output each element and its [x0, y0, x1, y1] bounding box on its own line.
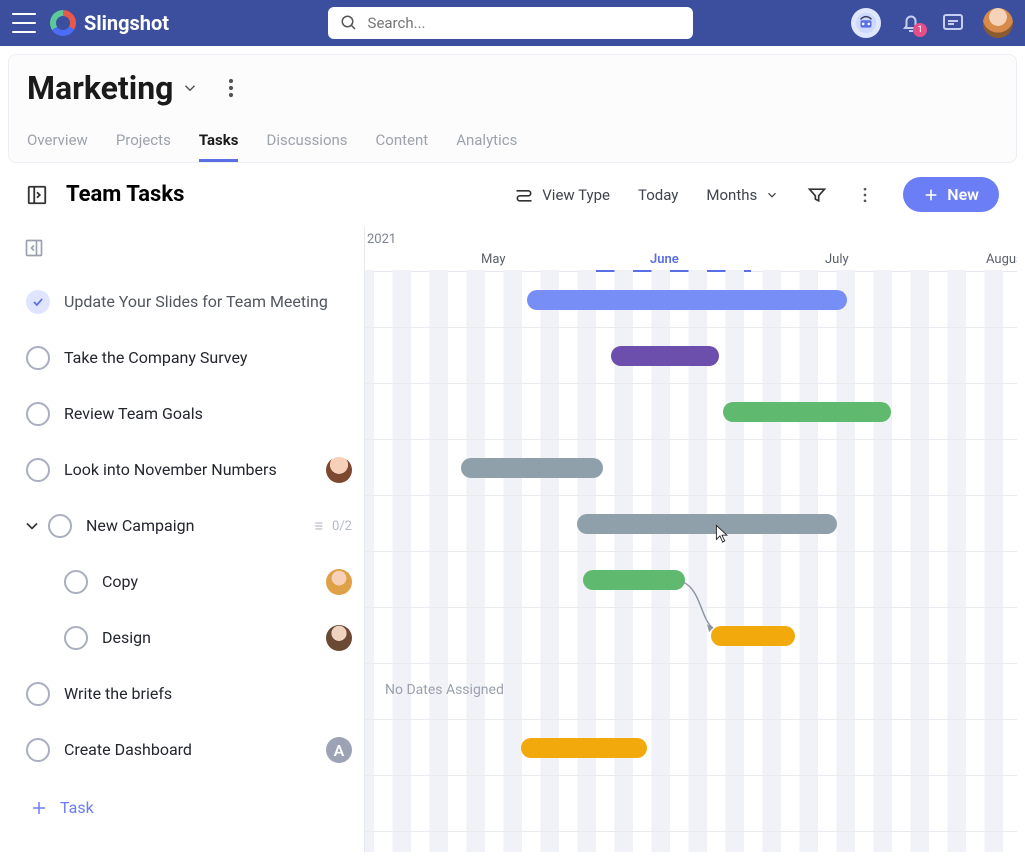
gantt-bar[interactable] — [461, 458, 603, 478]
more-actions-icon[interactable] — [855, 185, 875, 205]
tab-analytics[interactable]: Analytics — [456, 125, 517, 162]
workspace-title: Marketing — [27, 69, 173, 107]
gantt-bar[interactable] — [527, 290, 847, 310]
tab-projects[interactable]: Projects — [116, 125, 171, 162]
task-label: Write the briefs — [64, 684, 352, 704]
task-row[interactable]: Review Team Goals — [24, 386, 354, 442]
add-task-button[interactable]: Task — [24, 778, 354, 837]
gantt-row[interactable] — [365, 496, 1017, 552]
no-dates-note: No Dates Assigned — [385, 682, 504, 698]
task-label: Create Dashboard — [64, 740, 312, 760]
gantt-chart[interactable]: 2021 May June July August No Dates Assigned — [364, 226, 1017, 852]
gantt-bar[interactable] — [723, 402, 891, 422]
workspace-tabs: Overview Projects Tasks Discussions Content A… — [27, 125, 998, 162]
month-label[interactable]: June — [650, 252, 679, 267]
tasks-toolbar: Team Tasks View Type Today Months New — [8, 163, 1017, 226]
tasks-main: Update Your Slides for Team Meeting Take … — [8, 226, 1017, 852]
task-label: Look into November Numbers — [64, 460, 312, 480]
task-checkbox[interactable] — [64, 570, 88, 594]
task-label: Design — [102, 628, 312, 648]
task-label: Copy — [102, 572, 312, 592]
tab-overview[interactable]: Overview — [27, 125, 88, 162]
global-search[interactable] — [328, 7, 693, 39]
logo-swirl-icon — [50, 10, 76, 36]
user-avatar[interactable] — [983, 8, 1013, 38]
new-button[interactable]: New — [903, 177, 999, 212]
gantt-bar[interactable] — [521, 738, 647, 758]
task-checkbox[interactable] — [26, 458, 50, 482]
tab-tasks[interactable]: Tasks — [199, 125, 239, 162]
collapse-sidebar-icon[interactable] — [24, 238, 44, 258]
timescale-selector[interactable]: Months — [706, 186, 779, 204]
today-button[interactable]: Today — [638, 186, 678, 204]
section-title: Team Tasks — [66, 182, 184, 207]
gantt-row[interactable] — [365, 440, 1017, 496]
search-icon — [340, 14, 358, 32]
notification-badge: 1 — [913, 23, 927, 37]
top-nav: Slingshot 1 — [0, 0, 1025, 46]
tab-discussions[interactable]: Discussions — [266, 125, 347, 162]
month-label[interactable]: May — [481, 252, 505, 267]
search-input[interactable] — [328, 7, 693, 39]
gantt-row[interactable] — [365, 608, 1017, 664]
chat-icon[interactable] — [941, 11, 965, 35]
gantt-bar[interactable] — [611, 346, 719, 366]
subtasks-count: 0/2 — [312, 519, 352, 534]
tab-content[interactable]: Content — [376, 125, 429, 162]
menu-icon[interactable] — [12, 13, 36, 33]
task-list: Update Your Slides for Team Meeting Take … — [8, 226, 364, 852]
task-label: Update Your Slides for Team Meeting — [64, 292, 352, 312]
task-checkbox[interactable] — [26, 402, 50, 426]
gantt-row[interactable] — [365, 720, 1017, 776]
workspace-more-icon[interactable] — [219, 76, 243, 100]
timeline-header: May June July August — [365, 252, 1017, 272]
task-row[interactable]: Write the briefs — [24, 666, 354, 722]
task-checkbox[interactable] — [26, 290, 50, 314]
view-type-selector[interactable]: View Type — [514, 185, 610, 205]
gantt-bar[interactable] — [583, 570, 685, 590]
gantt-row[interactable] — [365, 384, 1017, 440]
task-row[interactable]: Take the Company Survey — [24, 330, 354, 386]
task-checkbox[interactable] — [48, 514, 72, 538]
gantt-bar[interactable] — [577, 514, 837, 534]
task-checkbox[interactable] — [26, 682, 50, 706]
filter-button[interactable] — [807, 185, 827, 205]
cursor-icon — [715, 524, 729, 544]
assistant-bot-icon[interactable] — [851, 8, 881, 38]
task-row[interactable]: Design — [24, 610, 354, 666]
month-label[interactable]: August — [986, 252, 1017, 267]
workspace-dropdown[interactable] — [181, 79, 199, 97]
gantt-row[interactable]: No Dates Assigned — [365, 664, 1017, 720]
gantt-row[interactable] — [365, 272, 1017, 328]
gantt-row[interactable] — [365, 552, 1017, 608]
task-row[interactable]: New Campaign 0/2 — [24, 498, 354, 554]
task-label: Take the Company Survey — [64, 348, 352, 368]
task-label: Review Team Goals — [64, 404, 352, 424]
task-row[interactable]: Copy — [24, 554, 354, 610]
task-checkbox[interactable] — [26, 346, 50, 370]
task-checkbox[interactable] — [26, 738, 50, 762]
task-row[interactable]: Look into November Numbers — [24, 442, 354, 498]
assignee-avatar[interactable] — [326, 457, 352, 483]
workspace-panel: Marketing Overview Projects Tasks Discussio… — [8, 54, 1017, 163]
gantt-row — [365, 776, 1017, 832]
timeline-year: 2021 — [367, 232, 396, 247]
task-label: New Campaign — [86, 516, 298, 536]
assignee-avatar[interactable] — [326, 625, 352, 651]
task-row[interactable]: Update Your Slides for Team Meeting — [24, 274, 354, 330]
notifications-bell-icon[interactable]: 1 — [899, 11, 923, 35]
assignee-avatar[interactable]: A — [326, 737, 352, 763]
expand-panel-icon[interactable] — [26, 184, 48, 206]
task-checkbox[interactable] — [64, 626, 88, 650]
app-name: Slingshot — [84, 11, 169, 35]
month-label[interactable]: July — [825, 252, 849, 267]
gantt-row[interactable] — [365, 328, 1017, 384]
gantt-bar[interactable] — [711, 626, 795, 646]
assignee-avatar[interactable] — [326, 569, 352, 595]
task-row[interactable]: Create Dashboard A — [24, 722, 354, 778]
app-logo[interactable]: Slingshot — [50, 10, 169, 36]
expand-caret-icon[interactable] — [22, 516, 42, 536]
view-type-label: View Type — [542, 186, 610, 204]
